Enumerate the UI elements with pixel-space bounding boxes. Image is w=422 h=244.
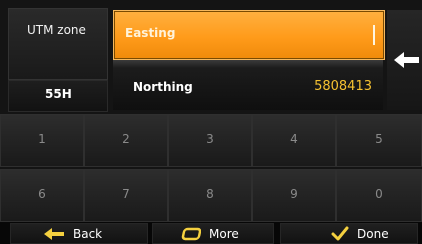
utm-zone-value: 55H (45, 87, 72, 101)
key-label: 3 (206, 132, 214, 146)
more-button-label: More (209, 226, 239, 241)
checkmark-icon (331, 226, 349, 242)
easting-field[interactable]: Easting (113, 10, 385, 60)
key-7[interactable]: 7 (84, 169, 168, 222)
key-label: 1 (38, 132, 46, 146)
field-divider (113, 60, 383, 68)
key-label: 6 (38, 187, 46, 201)
northing-field[interactable]: Northing 5808413 (113, 68, 383, 110)
utm-zone-label: UTM zone (27, 23, 86, 37)
arrow-left-icon (43, 227, 65, 241)
key-3[interactable]: 3 (168, 114, 252, 167)
key-8[interactable]: 8 (168, 169, 252, 222)
key-9[interactable]: 9 (252, 169, 336, 222)
rounded-square-icon (181, 227, 201, 241)
numeric-keypad: 1 2 3 4 5 6 7 8 9 0 (0, 114, 422, 222)
key-label: 8 (206, 187, 214, 201)
key-label: 7 (122, 187, 130, 201)
key-4[interactable]: 4 (252, 114, 336, 167)
utm-zone-header[interactable]: UTM zone (8, 8, 108, 80)
back-button-label: Back (73, 226, 103, 241)
field-backspace-button[interactable] (391, 48, 422, 72)
back-button[interactable]: Back (10, 223, 148, 244)
done-button-label: Done (357, 226, 389, 241)
northing-label: Northing (133, 80, 193, 94)
northing-value: 5808413 (314, 79, 372, 94)
key-label: 5 (375, 132, 383, 146)
key-label: 2 (122, 132, 130, 146)
key-label: 9 (290, 187, 298, 201)
key-6[interactable]: 6 (0, 169, 84, 222)
done-button[interactable]: Done (280, 223, 418, 244)
key-label: 4 (290, 132, 298, 146)
key-0[interactable]: 0 (336, 169, 422, 222)
text-cursor (373, 25, 375, 45)
coordinate-entry-screen: UTM zone 55H Easting Northing 5808413 1 … (0, 0, 422, 244)
key-label: 0 (375, 187, 383, 201)
arrow-left-icon (394, 52, 419, 68)
key-5[interactable]: 5 (336, 114, 422, 167)
key-1[interactable]: 1 (0, 114, 84, 167)
utm-zone-value-box[interactable]: 55H (8, 80, 108, 112)
key-2[interactable]: 2 (84, 114, 168, 167)
more-button[interactable]: More (152, 223, 274, 244)
easting-label: Easting (125, 26, 176, 40)
